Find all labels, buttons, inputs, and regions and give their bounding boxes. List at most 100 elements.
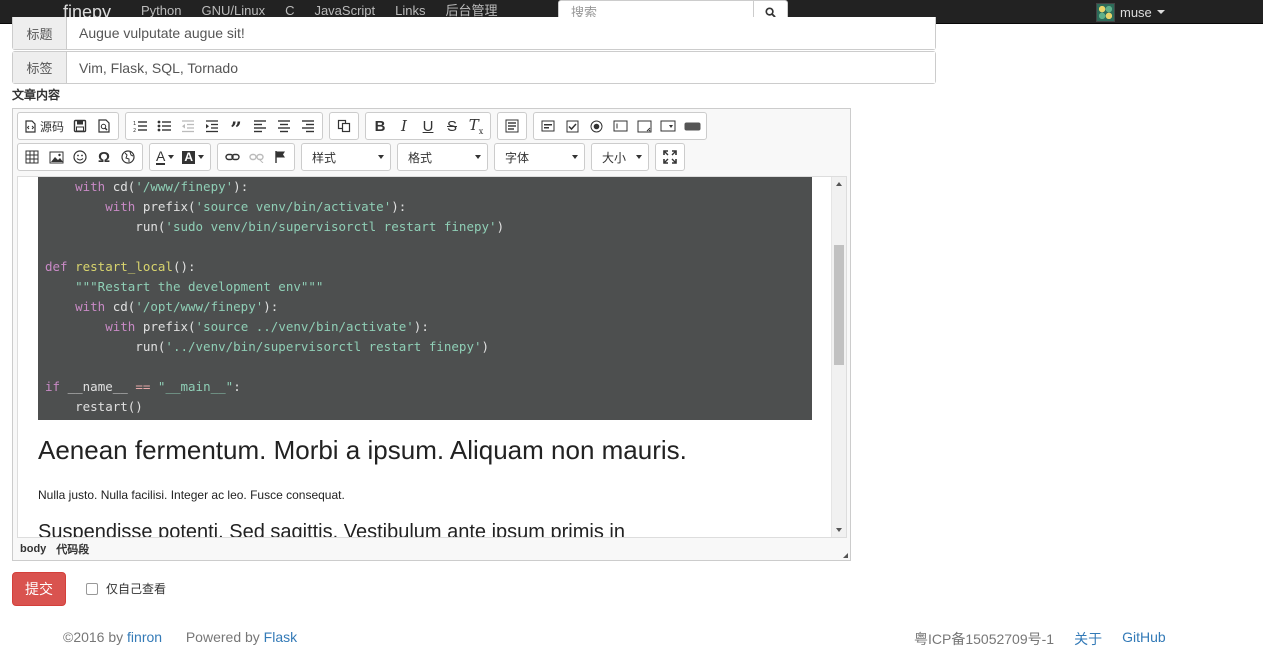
code-snippet-button[interactable] <box>500 115 524 137</box>
image-button[interactable] <box>44 146 68 168</box>
code-line: with cd('/opt/www/finepy'): <box>75 299 279 314</box>
maximize-button[interactable] <box>658 146 682 168</box>
bg-color-arrow-icon <box>198 155 205 159</box>
format-dropdown[interactable]: 格式 <box>397 143 489 171</box>
align-right-icon <box>302 120 315 133</box>
strikethrough-button[interactable]: S <box>440 115 464 137</box>
table-button[interactable] <box>20 146 44 168</box>
unlink-icon <box>248 153 264 163</box>
special-char-button[interactable]: Ω <box>92 146 116 168</box>
toolbar-group-codesnippet <box>497 112 528 140</box>
copy-button[interactable] <box>332 115 356 137</box>
editor-scrollbar[interactable] <box>831 177 846 537</box>
text-field-button[interactable] <box>608 115 632 137</box>
link-button[interactable] <box>220 146 244 168</box>
remove-format-icon: Tx <box>468 116 484 136</box>
underline-button[interactable]: U <box>416 115 440 137</box>
format-label: 格式 <box>408 150 433 165</box>
quote-icon: ” <box>230 117 242 141</box>
about-link[interactable]: 关于 <box>1074 629 1102 649</box>
checkbox-icon <box>566 120 579 132</box>
form-button[interactable] <box>536 115 560 137</box>
align-left-button[interactable] <box>248 115 272 137</box>
user-menu[interactable]: muse <box>1096 1 1165 23</box>
submit-button[interactable]: 提交 <box>12 572 66 606</box>
code-line: run('sudo venv/bin/supervisorctl restart… <box>45 219 505 234</box>
font-dropdown[interactable]: 字体 <box>494 143 586 171</box>
path-item-body[interactable]: body <box>20 543 46 555</box>
github-link[interactable]: GitHub <box>1122 629 1166 649</box>
align-right-button[interactable] <box>296 115 320 137</box>
rich-text-editor: 源码 12 ” B I U S Tx Ω A A 样式 格式 字体 大小 wit… <box>12 108 851 561</box>
source-button[interactable]: 源码 <box>20 115 68 137</box>
numbered-list-icon: 12 <box>133 121 148 133</box>
remove-format-button[interactable]: Tx <box>464 115 488 137</box>
author-link[interactable]: finron <box>127 629 162 645</box>
title-input-group: 标题 <box>12 17 936 50</box>
align-left-icon <box>254 120 267 133</box>
tags-input[interactable] <box>67 52 935 83</box>
select-button[interactable] <box>656 115 680 137</box>
content-subheading: Suspendisse potenti. Sed sagittis. Vesti… <box>38 521 625 538</box>
outdent-icon <box>182 120 195 133</box>
source-icon <box>25 119 36 133</box>
toolbar-group-clipboard <box>329 112 360 140</box>
align-center-icon <box>278 120 291 133</box>
bg-color-button[interactable]: A <box>178 146 208 168</box>
scrollbar-thumb[interactable] <box>834 245 844 365</box>
italic-button[interactable]: I <box>392 115 416 137</box>
editor-content-area[interactable]: with cd('/www/finepy'): with prefix('sou… <box>17 176 847 538</box>
smiley-button[interactable] <box>68 146 92 168</box>
content-heading: Aenean fermentum. Morbi a ipsum. Aliquam… <box>38 435 687 465</box>
chevron-down-icon <box>475 155 482 159</box>
radio-icon <box>590 120 603 132</box>
radio-button[interactable] <box>584 115 608 137</box>
textarea-button[interactable] <box>632 115 656 137</box>
toolbar-group-paragraph: 12 ” <box>125 112 324 141</box>
text-color-icon: A <box>156 147 166 165</box>
iframe-button[interactable] <box>116 146 140 168</box>
flask-link[interactable]: Flask <box>264 629 297 645</box>
numbered-list-button[interactable]: 12 <box>128 115 152 137</box>
private-checkbox[interactable] <box>86 583 98 595</box>
save-button[interactable] <box>68 115 92 137</box>
content-paragraph: Nulla justo. Nulla facilisi. Integer ac … <box>38 488 345 502</box>
italic-icon: I <box>401 117 407 135</box>
powered-text: Powered by <box>185 629 264 645</box>
content-label: 文章内容 <box>12 88 61 102</box>
scroll-up-icon[interactable] <box>836 182 842 186</box>
button-button[interactable] <box>680 115 704 137</box>
text-field-icon <box>613 120 628 132</box>
align-center-button[interactable] <box>272 115 296 137</box>
indent-button[interactable] <box>200 115 224 137</box>
image-icon <box>49 151 63 163</box>
preview-button[interactable] <box>92 115 116 137</box>
editor-status-bar: body 代码段 <box>13 538 850 560</box>
title-input[interactable] <box>67 17 935 49</box>
text-color-button[interactable]: A <box>152 146 178 168</box>
outdent-button[interactable] <box>176 115 200 137</box>
size-dropdown[interactable]: 大小 <box>591 143 650 171</box>
checkbox-button[interactable] <box>560 115 584 137</box>
caret-down-icon <box>1156 10 1165 14</box>
anchor-button[interactable] <box>268 146 292 168</box>
path-item-codesnippet[interactable]: 代码段 <box>56 541 89 557</box>
bulleted-list-button[interactable] <box>152 115 176 137</box>
blockquote-button[interactable]: ” <box>224 115 248 141</box>
toolbar-group-links <box>217 143 296 171</box>
link-icon <box>224 153 240 161</box>
underline-icon: U <box>422 117 434 135</box>
code-line: run('../venv/bin/supervisorctl restart f… <box>45 339 490 354</box>
resize-grip-icon[interactable] <box>843 553 848 558</box>
indent-icon <box>206 120 219 133</box>
strikethrough-icon: S <box>447 117 458 135</box>
globe-icon <box>121 150 135 164</box>
scroll-down-icon[interactable] <box>836 528 842 532</box>
styles-dropdown[interactable]: 样式 <box>301 143 392 171</box>
form-icon <box>541 120 555 132</box>
unlink-button[interactable] <box>244 146 268 168</box>
bold-button[interactable]: B <box>368 115 392 137</box>
toolbar-group-insert: Ω <box>17 143 143 171</box>
